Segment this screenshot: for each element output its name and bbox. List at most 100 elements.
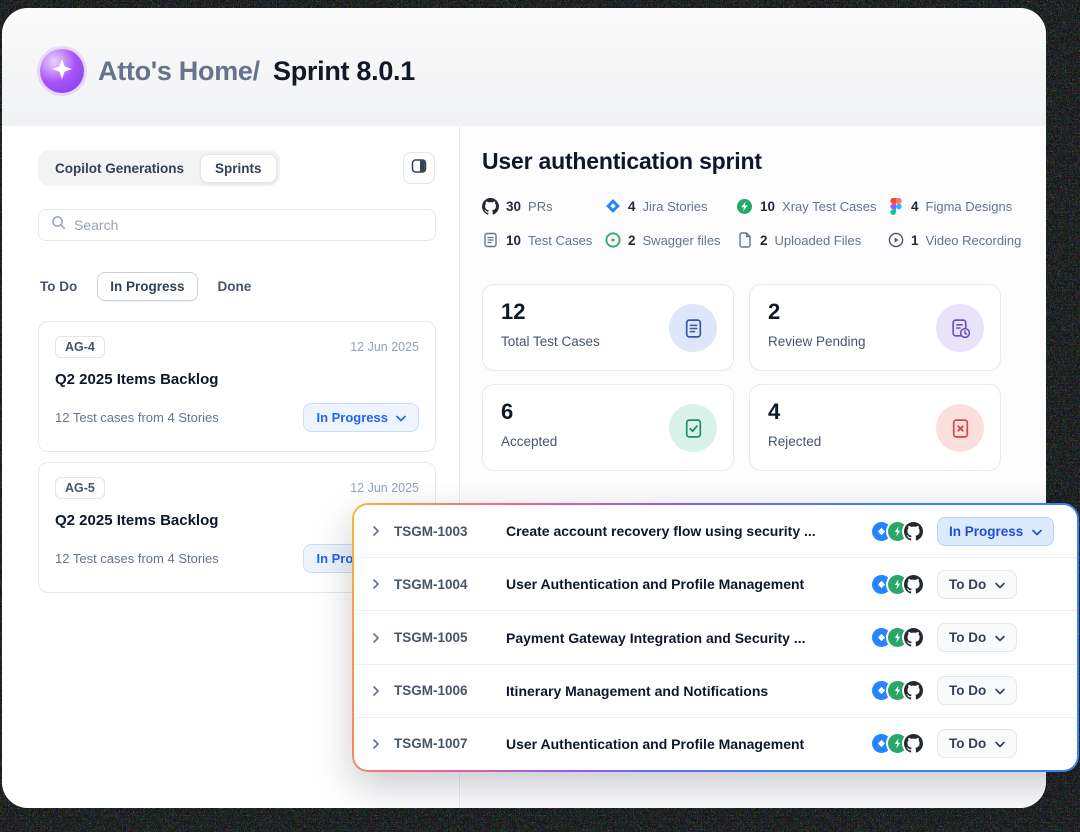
video-recording-icon xyxy=(887,232,904,249)
chevron-right-icon[interactable] xyxy=(370,738,382,750)
xray-icon xyxy=(736,198,753,215)
summary-card-accepted[interactable]: 6 Accepted xyxy=(482,384,734,471)
stat-swagger-files: 2 Swagger files xyxy=(604,230,736,250)
card-status-label: In Progress xyxy=(316,410,388,425)
document-x-icon xyxy=(936,404,984,452)
chevron-down-icon xyxy=(995,577,1005,592)
story-status-label: To Do xyxy=(949,736,986,751)
story-row[interactable]: TSGM-1006 Itinerary Management and Notif… xyxy=(354,665,1077,718)
figma-icon xyxy=(887,198,904,215)
chevron-right-icon[interactable] xyxy=(370,525,382,537)
card-key-badge: AG-5 xyxy=(55,477,105,499)
uploaded-files-icon xyxy=(736,232,753,249)
stat-label: Jira Stories xyxy=(643,199,708,214)
swagger-icon xyxy=(604,232,621,249)
chevron-down-icon xyxy=(396,410,406,425)
sidebar-tabs-row: Copilot Generations Sprints xyxy=(38,150,435,186)
chevron-right-icon[interactable] xyxy=(370,578,382,590)
chevron-down-icon xyxy=(995,683,1005,698)
story-row[interactable]: TSGM-1003 Create account recovery flow u… xyxy=(354,505,1077,558)
page-title: Atto's Home/ Sprint 8.0.1 xyxy=(98,56,415,87)
stat-count: 4 xyxy=(911,199,919,214)
stat-count: 1 xyxy=(911,233,919,248)
story-status-dropdown[interactable]: To Do xyxy=(937,570,1017,599)
stories-overlay-panel: TSGM-1003 Create account recovery flow u… xyxy=(352,503,1079,772)
card-subtitle: 12 Test cases from 4 Stories xyxy=(55,551,219,566)
story-status-dropdown[interactable]: To Do xyxy=(937,623,1017,652)
breadcrumb-home[interactable]: Atto's Home/ xyxy=(98,56,260,86)
story-row[interactable]: TSGM-1007 User Authentication and Profil… xyxy=(354,718,1077,770)
github-icon xyxy=(904,734,923,753)
tab-group: Copilot Generations Sprints xyxy=(38,150,280,186)
stat-count: 10 xyxy=(760,199,775,214)
stat-label: PRs xyxy=(528,199,553,214)
story-status-label: To Do xyxy=(949,630,986,645)
stat-label: Uploaded Files xyxy=(775,233,862,248)
filter-in-progress[interactable]: In Progress xyxy=(97,272,197,301)
search-input[interactable] xyxy=(74,217,423,233)
stat-jira-stories: 4 Jira Stories xyxy=(604,196,736,216)
story-title: User Authentication and Profile Manageme… xyxy=(506,576,860,592)
github-icon xyxy=(904,628,923,647)
stat-count: 30 xyxy=(506,199,521,214)
chevron-down-icon xyxy=(995,736,1005,751)
stat-count: 2 xyxy=(628,233,636,248)
card-key-badge: AG-4 xyxy=(55,336,105,358)
stat-count: 4 xyxy=(628,199,636,214)
story-key: TSGM-1007 xyxy=(394,736,490,751)
chevron-right-icon[interactable] xyxy=(370,632,382,644)
stat-count: 2 xyxy=(760,233,768,248)
github-icon xyxy=(904,681,923,700)
story-row[interactable]: TSGM-1004 User Authentication and Profil… xyxy=(354,558,1077,611)
stat-video-recording: 1 Video Recording xyxy=(887,230,1036,250)
github-icon xyxy=(904,522,923,541)
card-date: 12 Jun 2025 xyxy=(350,481,419,495)
tab-copilot-generations[interactable]: Copilot Generations xyxy=(41,155,198,182)
card-date: 12 Jun 2025 xyxy=(350,340,419,354)
story-row[interactable]: TSGM-1005 Payment Gateway Integration an… xyxy=(354,611,1077,664)
github-icon xyxy=(904,575,923,594)
breadcrumb-current: Sprint 8.0.1 xyxy=(273,56,415,86)
filter-done[interactable]: Done xyxy=(218,279,252,294)
summary-card-review-pending[interactable]: 2 Review Pending xyxy=(749,284,1001,371)
stat-uploaded-files: 2 Uploaded Files xyxy=(736,230,887,250)
document-clock-icon xyxy=(936,304,984,352)
search-box xyxy=(38,209,436,241)
story-key: TSGM-1005 xyxy=(394,630,490,645)
story-status-label: To Do xyxy=(949,683,986,698)
filter-todo[interactable]: To Do xyxy=(40,279,77,294)
story-key: TSGM-1003 xyxy=(394,524,490,539)
story-key: TSGM-1004 xyxy=(394,577,490,592)
story-status-dropdown[interactable]: To Do xyxy=(937,676,1017,705)
story-status-dropdown[interactable]: To Do xyxy=(937,729,1017,758)
chevron-down-icon xyxy=(1032,524,1042,539)
card-subtitle: 12 Test cases from 4 Stories xyxy=(55,410,219,425)
stat-label: Video Recording xyxy=(926,233,1022,248)
summary-card-total[interactable]: 12 Total Test Cases xyxy=(482,284,734,371)
story-title: Payment Gateway Integration and Security… xyxy=(506,630,860,646)
card-status-dropdown[interactable]: In Progress xyxy=(303,403,419,432)
stat-label: Test Cases xyxy=(528,233,592,248)
story-status-label: In Progress xyxy=(949,524,1023,539)
chevron-right-icon[interactable] xyxy=(370,685,382,697)
story-title: Itinerary Management and Notifications xyxy=(506,683,860,699)
panel-layout-icon xyxy=(411,158,427,179)
summary-card-rejected[interactable]: 4 Rejected xyxy=(749,384,1001,471)
stat-label: Figma Designs xyxy=(926,199,1013,214)
stat-prs: 30 PRs xyxy=(482,196,604,216)
tab-sprints[interactable]: Sprints xyxy=(200,154,277,183)
stat-figma-designs: 4 Figma Designs xyxy=(887,196,1036,216)
story-status-dropdown[interactable]: In Progress xyxy=(937,517,1054,546)
story-key: TSGM-1006 xyxy=(394,683,490,698)
github-icon xyxy=(482,198,499,215)
jira-icon xyxy=(604,198,621,215)
panel-toggle-button[interactable] xyxy=(403,152,435,184)
stat-label: Xray Test Cases xyxy=(782,199,876,214)
app-logo xyxy=(40,49,84,93)
sprint-card[interactable]: AG-4 12 Jun 2025 Q2 2025 Items Backlog 1… xyxy=(38,321,436,452)
test-cases-icon xyxy=(482,232,499,249)
stat-test-cases: 10 Test Cases xyxy=(482,230,604,250)
story-title: User Authentication and Profile Manageme… xyxy=(506,736,860,752)
stat-xray-test-cases: 10 Xray Test Cases xyxy=(736,196,887,216)
chevron-down-icon xyxy=(995,630,1005,645)
